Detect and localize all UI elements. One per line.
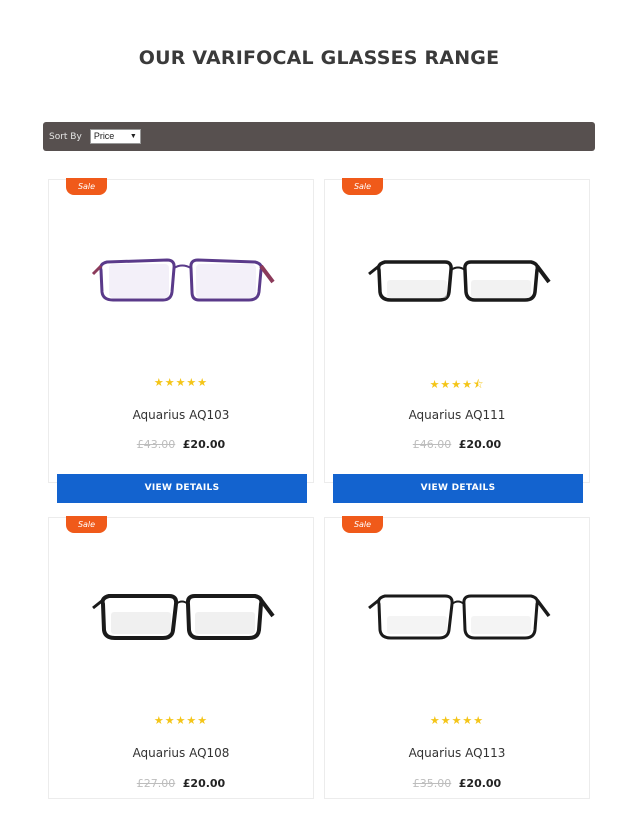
- product-card: Sale ★★★★★ Aquarius AQ113 £35.00 £20.00: [324, 516, 590, 799]
- price-row: £27.00 £20.00: [49, 777, 313, 790]
- price-row: £35.00 £20.00: [325, 777, 589, 790]
- page-title: OUR VARIFOCAL GLASSES RANGE: [138, 47, 500, 69]
- old-price: £35.00: [412, 777, 452, 790]
- product-card: Sale ★★★★⯪ Aquarius AQ111 £46.00 £20.00 …: [324, 178, 590, 503]
- sort-select[interactable]: Price ▼: [89, 129, 141, 144]
- star-rating: ★★★★⯪: [429, 378, 485, 391]
- sale-badge: Sale: [342, 178, 383, 195]
- sale-price: £20.00: [182, 438, 226, 451]
- sale-badge: Sale: [66, 178, 107, 195]
- star-rating: ★★★★★: [429, 714, 485, 727]
- sort-selected-value: Price: [93, 131, 115, 141]
- price-row: £43.00 £20.00: [49, 438, 313, 451]
- product-name[interactable]: Aquarius AQ111: [325, 408, 589, 422]
- sort-by-label: Sort By: [49, 131, 82, 142]
- star-rating: ★★★★★: [153, 376, 209, 389]
- sale-price: £20.00: [182, 777, 226, 790]
- old-price: £46.00: [412, 438, 452, 451]
- product-image[interactable]: [365, 240, 551, 330]
- product-image[interactable]: [89, 240, 275, 330]
- product-name[interactable]: Aquarius AQ108: [49, 746, 313, 760]
- sale-badge: Sale: [66, 516, 107, 533]
- product-name[interactable]: Aquarius AQ113: [325, 746, 589, 760]
- star-rating: ★★★★★: [153, 714, 209, 727]
- product-card: Sale ★★★★★ Aquarius AQ103 £43.00 £20.00 …: [48, 178, 314, 503]
- product-image[interactable]: [365, 576, 551, 666]
- product-image[interactable]: [89, 576, 275, 666]
- old-price: £27.00: [136, 777, 176, 790]
- sale-badge: Sale: [342, 516, 383, 533]
- old-price: £43.00: [136, 438, 176, 451]
- dropdown-arrow-icon: ▼: [129, 133, 137, 140]
- view-details-button[interactable]: VIEW DETAILS: [57, 474, 307, 503]
- product-card: Sale ★★★★★ Aquarius AQ108 £27.00 £20.00: [48, 516, 314, 799]
- view-details-button[interactable]: VIEW DETAILS: [333, 474, 583, 503]
- sort-bar: Sort By Price ▼: [43, 122, 595, 151]
- sale-price: £20.00: [458, 438, 502, 451]
- product-name[interactable]: Aquarius AQ103: [49, 408, 313, 422]
- sale-price: £20.00: [458, 777, 502, 790]
- price-row: £46.00 £20.00: [325, 438, 589, 451]
